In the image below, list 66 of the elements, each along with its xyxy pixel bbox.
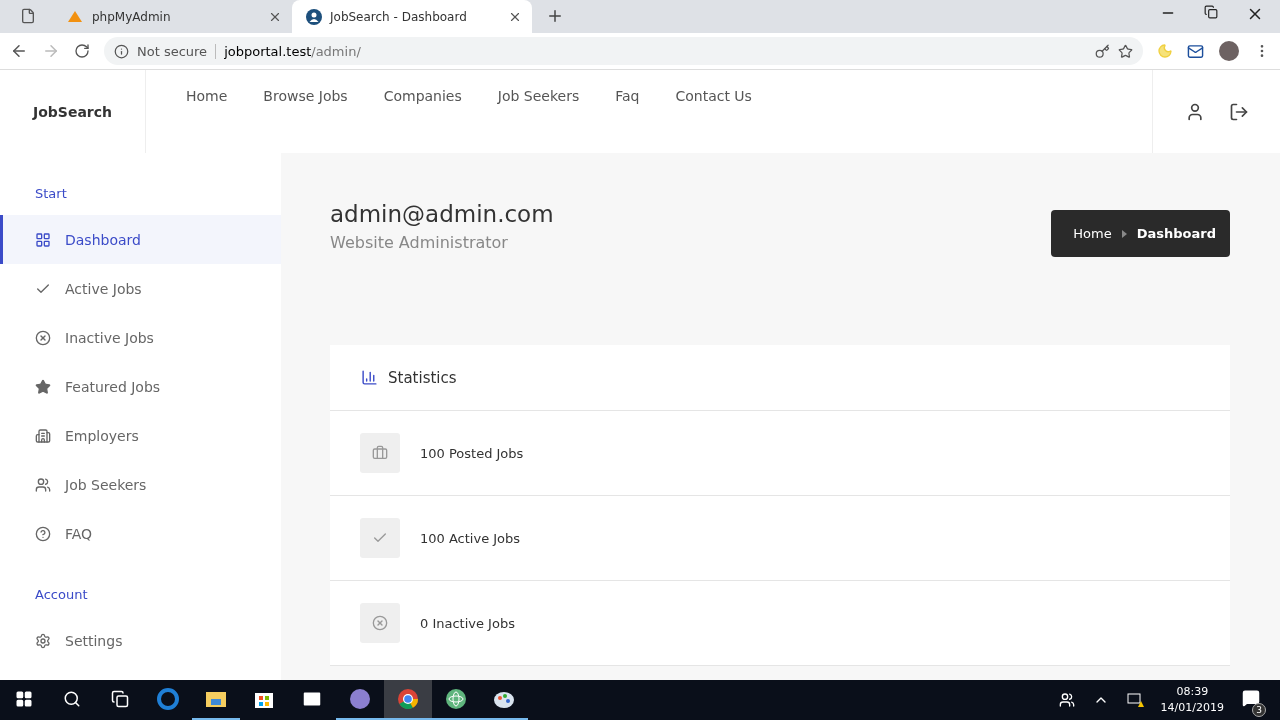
circle-x-icon — [372, 615, 388, 631]
notification-icon[interactable] — [1242, 689, 1260, 707]
sidebar-item[interactable]: Job Seekers — [0, 460, 281, 509]
section-title: Account — [34, 586, 89, 604]
restore-icon[interactable] — [1204, 5, 1218, 19]
windows-icon — [15, 690, 33, 708]
page-subtitle: Website Administrator — [330, 233, 509, 252]
settings-icon — [35, 632, 51, 649]
key-icon[interactable] — [1095, 43, 1110, 59]
stat-label: 100 Posted Jobs — [420, 445, 524, 461]
bar-chart-icon — [361, 369, 378, 386]
reload-icon[interactable] — [74, 43, 90, 59]
sidebar-item[interactable]: Inactive Jobs — [0, 313, 281, 362]
briefcase-icon — [372, 445, 388, 461]
chrome-icon — [397, 688, 419, 710]
nav-link[interactable]: Browse Jobs — [263, 88, 348, 104]
people-icon[interactable] — [1058, 692, 1075, 708]
sail-logo-icon — [66, 9, 84, 24]
taskbar-app[interactable] — [384, 680, 432, 720]
nav-link[interactable]: Job Seekers — [497, 88, 580, 104]
building-icon — [35, 427, 51, 444]
url-text: jobportal.test/admin/ — [224, 43, 362, 59]
nav-link[interactable]: Contact Us — [675, 88, 752, 104]
star-icon — [35, 378, 51, 395]
triangle-icon — [1121, 229, 1127, 238]
security-label: Not secure — [137, 43, 217, 59]
grid-icon — [35, 231, 51, 248]
browser-tab[interactable]: JobSearch - Dashboard — [292, 0, 532, 33]
nav-link[interactable]: Companies — [383, 88, 462, 104]
section-title: Start — [34, 185, 68, 203]
browser-tab[interactable]: phpMyAdmin — [52, 0, 292, 33]
stat-label: 0 Inactive Jobs — [420, 615, 515, 631]
search-icon — [63, 690, 81, 708]
avatar-icon[interactable] — [1218, 40, 1240, 62]
tab-title: JobSearch - Dashboard — [330, 9, 468, 24]
sidebar-item[interactable]: Featured Jobs — [0, 362, 281, 411]
atom-icon — [445, 688, 467, 710]
nav-link[interactable]: Faq — [615, 88, 640, 104]
breadcrumb-link[interactable]: Dashboard — [1136, 226, 1216, 241]
network-warning-icon[interactable] — [1126, 692, 1145, 708]
star-icon[interactable] — [1118, 43, 1133, 59]
back-icon[interactable] — [10, 42, 28, 60]
page-icon[interactable] — [20, 8, 36, 24]
card-title: Statistics — [388, 368, 457, 387]
circle-x-icon — [35, 329, 51, 346]
info-icon — [114, 43, 129, 59]
stat-label: 100 Active Jobs — [420, 530, 521, 546]
person-circle-icon — [306, 8, 322, 25]
clock[interactable]: 08:39 14/01/2019 — [1150, 684, 1234, 716]
tab-title: phpMyAdmin — [92, 9, 172, 24]
page-title: admin@admin.com — [330, 201, 554, 227]
nav-link[interactable]: Home — [186, 88, 228, 104]
sidebar-item[interactable]: FAQ — [0, 509, 281, 558]
sidebar-item[interactable]: Active Jobs — [0, 264, 281, 313]
question-icon — [35, 525, 51, 542]
sidebar-item[interactable]: Employers — [0, 411, 281, 460]
task-view-icon — [111, 690, 129, 708]
logout-icon[interactable] — [1228, 101, 1249, 122]
new-tab-icon[interactable] — [546, 7, 564, 25]
notification-count: 3 — [1252, 703, 1266, 717]
people-icon — [35, 476, 51, 493]
breadcrumb-link[interactable]: Home — [1073, 226, 1112, 241]
sidebar-item[interactable]: Settings — [0, 616, 281, 665]
round-app-icon — [349, 688, 371, 710]
address-bar[interactable]: Not secure jobportal.test/admin/ — [104, 37, 1143, 65]
sidebar-item[interactable]: Dashboard — [0, 215, 281, 264]
